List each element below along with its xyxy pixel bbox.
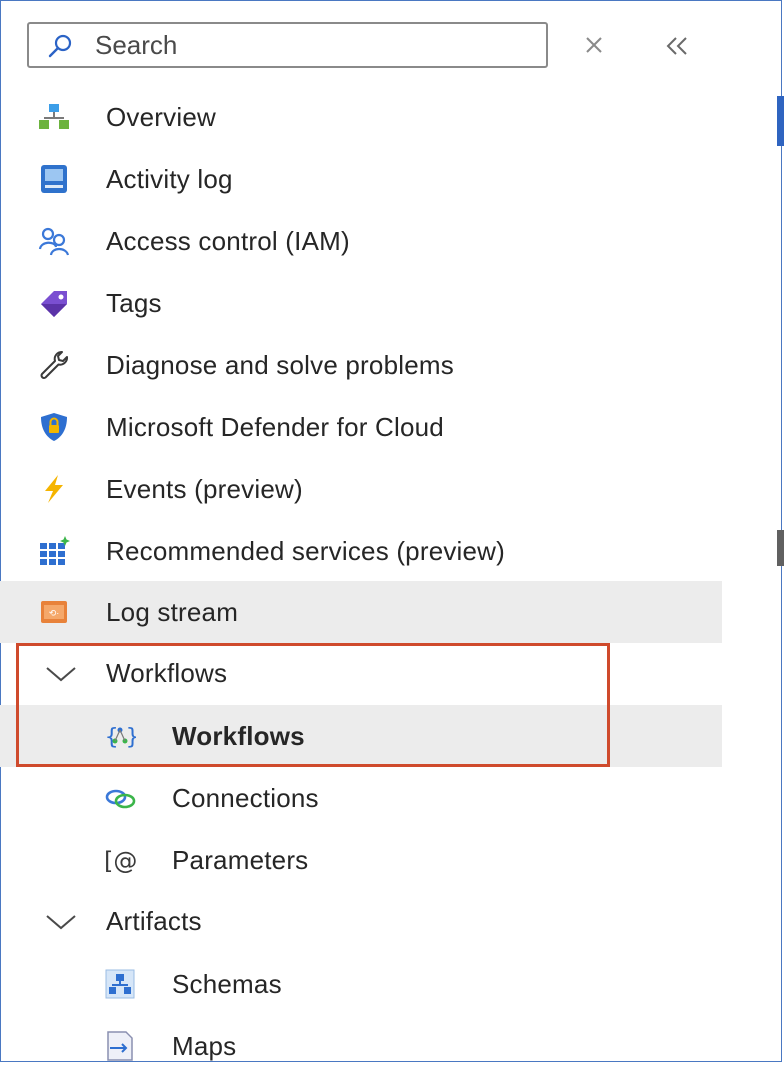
menu-item-label: Maps — [172, 1031, 237, 1061]
scrollbar-thumb[interactable] — [777, 96, 784, 146]
menu-item-parameters[interactable]: [@] Parameters — [0, 829, 722, 891]
users-icon — [38, 227, 70, 256]
menu-item-tags[interactable]: Tags — [0, 272, 722, 334]
lightning-icon — [45, 475, 63, 503]
menu-item-events[interactable]: Events (preview) — [0, 458, 722, 520]
chevron-down-icon — [46, 667, 76, 682]
log-stream-icon: ⟲· — [41, 601, 67, 623]
menu-item-diagnose[interactable]: Diagnose and solve problems — [0, 334, 722, 396]
menu-item-access-control[interactable]: Access control (IAM) — [0, 210, 722, 272]
workflows-icon: { } — [105, 725, 136, 750]
overview-icon — [39, 104, 69, 129]
close-icon[interactable] — [580, 31, 608, 59]
group-label: Workflows — [106, 658, 228, 688]
menu-item-label: Schemas — [172, 969, 282, 999]
menu-item-label: Recommended services (preview) — [106, 536, 506, 566]
group-header-artifacts[interactable]: Artifacts — [0, 890, 722, 952]
svg-text:⟲·: ⟲· — [49, 608, 60, 618]
schema-icon — [105, 969, 135, 999]
menu-item-workflows[interactable]: { } Workflows — [0, 705, 722, 767]
menu-item-label: Activity log — [106, 164, 233, 194]
svg-text:}: } — [126, 725, 136, 750]
menu-item-maps[interactable]: Maps — [0, 1015, 722, 1077]
wrench-icon — [40, 351, 68, 379]
menu-item-overview[interactable]: Overview — [0, 86, 722, 148]
tag-icon — [41, 291, 67, 317]
search-box[interactable] — [27, 22, 548, 68]
svg-text:[@]: [@] — [104, 847, 136, 875]
menu-item-recommended-services[interactable]: Recommended services (preview) — [0, 520, 722, 582]
menu-item-schemas[interactable]: Schemas — [0, 953, 722, 1015]
chevron-down-icon — [46, 915, 76, 930]
search-input[interactable] — [95, 24, 525, 66]
menu-item-label: Parameters — [172, 845, 309, 875]
menu-item-label: Microsoft Defender for Cloud — [106, 412, 444, 442]
parameters-icon: [@] — [104, 847, 136, 875]
group-header-workflows[interactable]: Workflows — [0, 642, 722, 704]
menu-item-connections[interactable]: Connections — [0, 767, 722, 829]
menu-item-label: Overview — [106, 102, 216, 132]
menu-item-label: Diagnose and solve problems — [106, 350, 454, 380]
menu-item-label: Events (preview) — [106, 474, 303, 504]
activity-log-icon — [41, 165, 67, 193]
menu-item-label: Access control (IAM) — [106, 226, 350, 256]
grid-icon — [40, 536, 70, 565]
shield-icon — [41, 413, 67, 441]
menu-item-label: Workflows — [172, 721, 305, 751]
menu-item-defender[interactable]: Microsoft Defender for Cloud — [0, 396, 722, 458]
splitter-handle[interactable] — [777, 530, 784, 566]
menu-item-label: Connections — [172, 783, 319, 813]
menu-item-log-stream[interactable]: ⟲· Log stream — [0, 581, 722, 643]
menu-item-label: Tags — [106, 288, 162, 318]
link-icon — [105, 789, 136, 809]
map-icon — [107, 1031, 133, 1061]
search-icon — [48, 34, 72, 58]
group-label: Artifacts — [106, 906, 202, 936]
collapse-double-chevron-icon[interactable] — [662, 32, 694, 60]
menu-item-activity-log[interactable]: Activity log — [0, 148, 722, 210]
menu-item-label: Log stream — [106, 597, 239, 627]
